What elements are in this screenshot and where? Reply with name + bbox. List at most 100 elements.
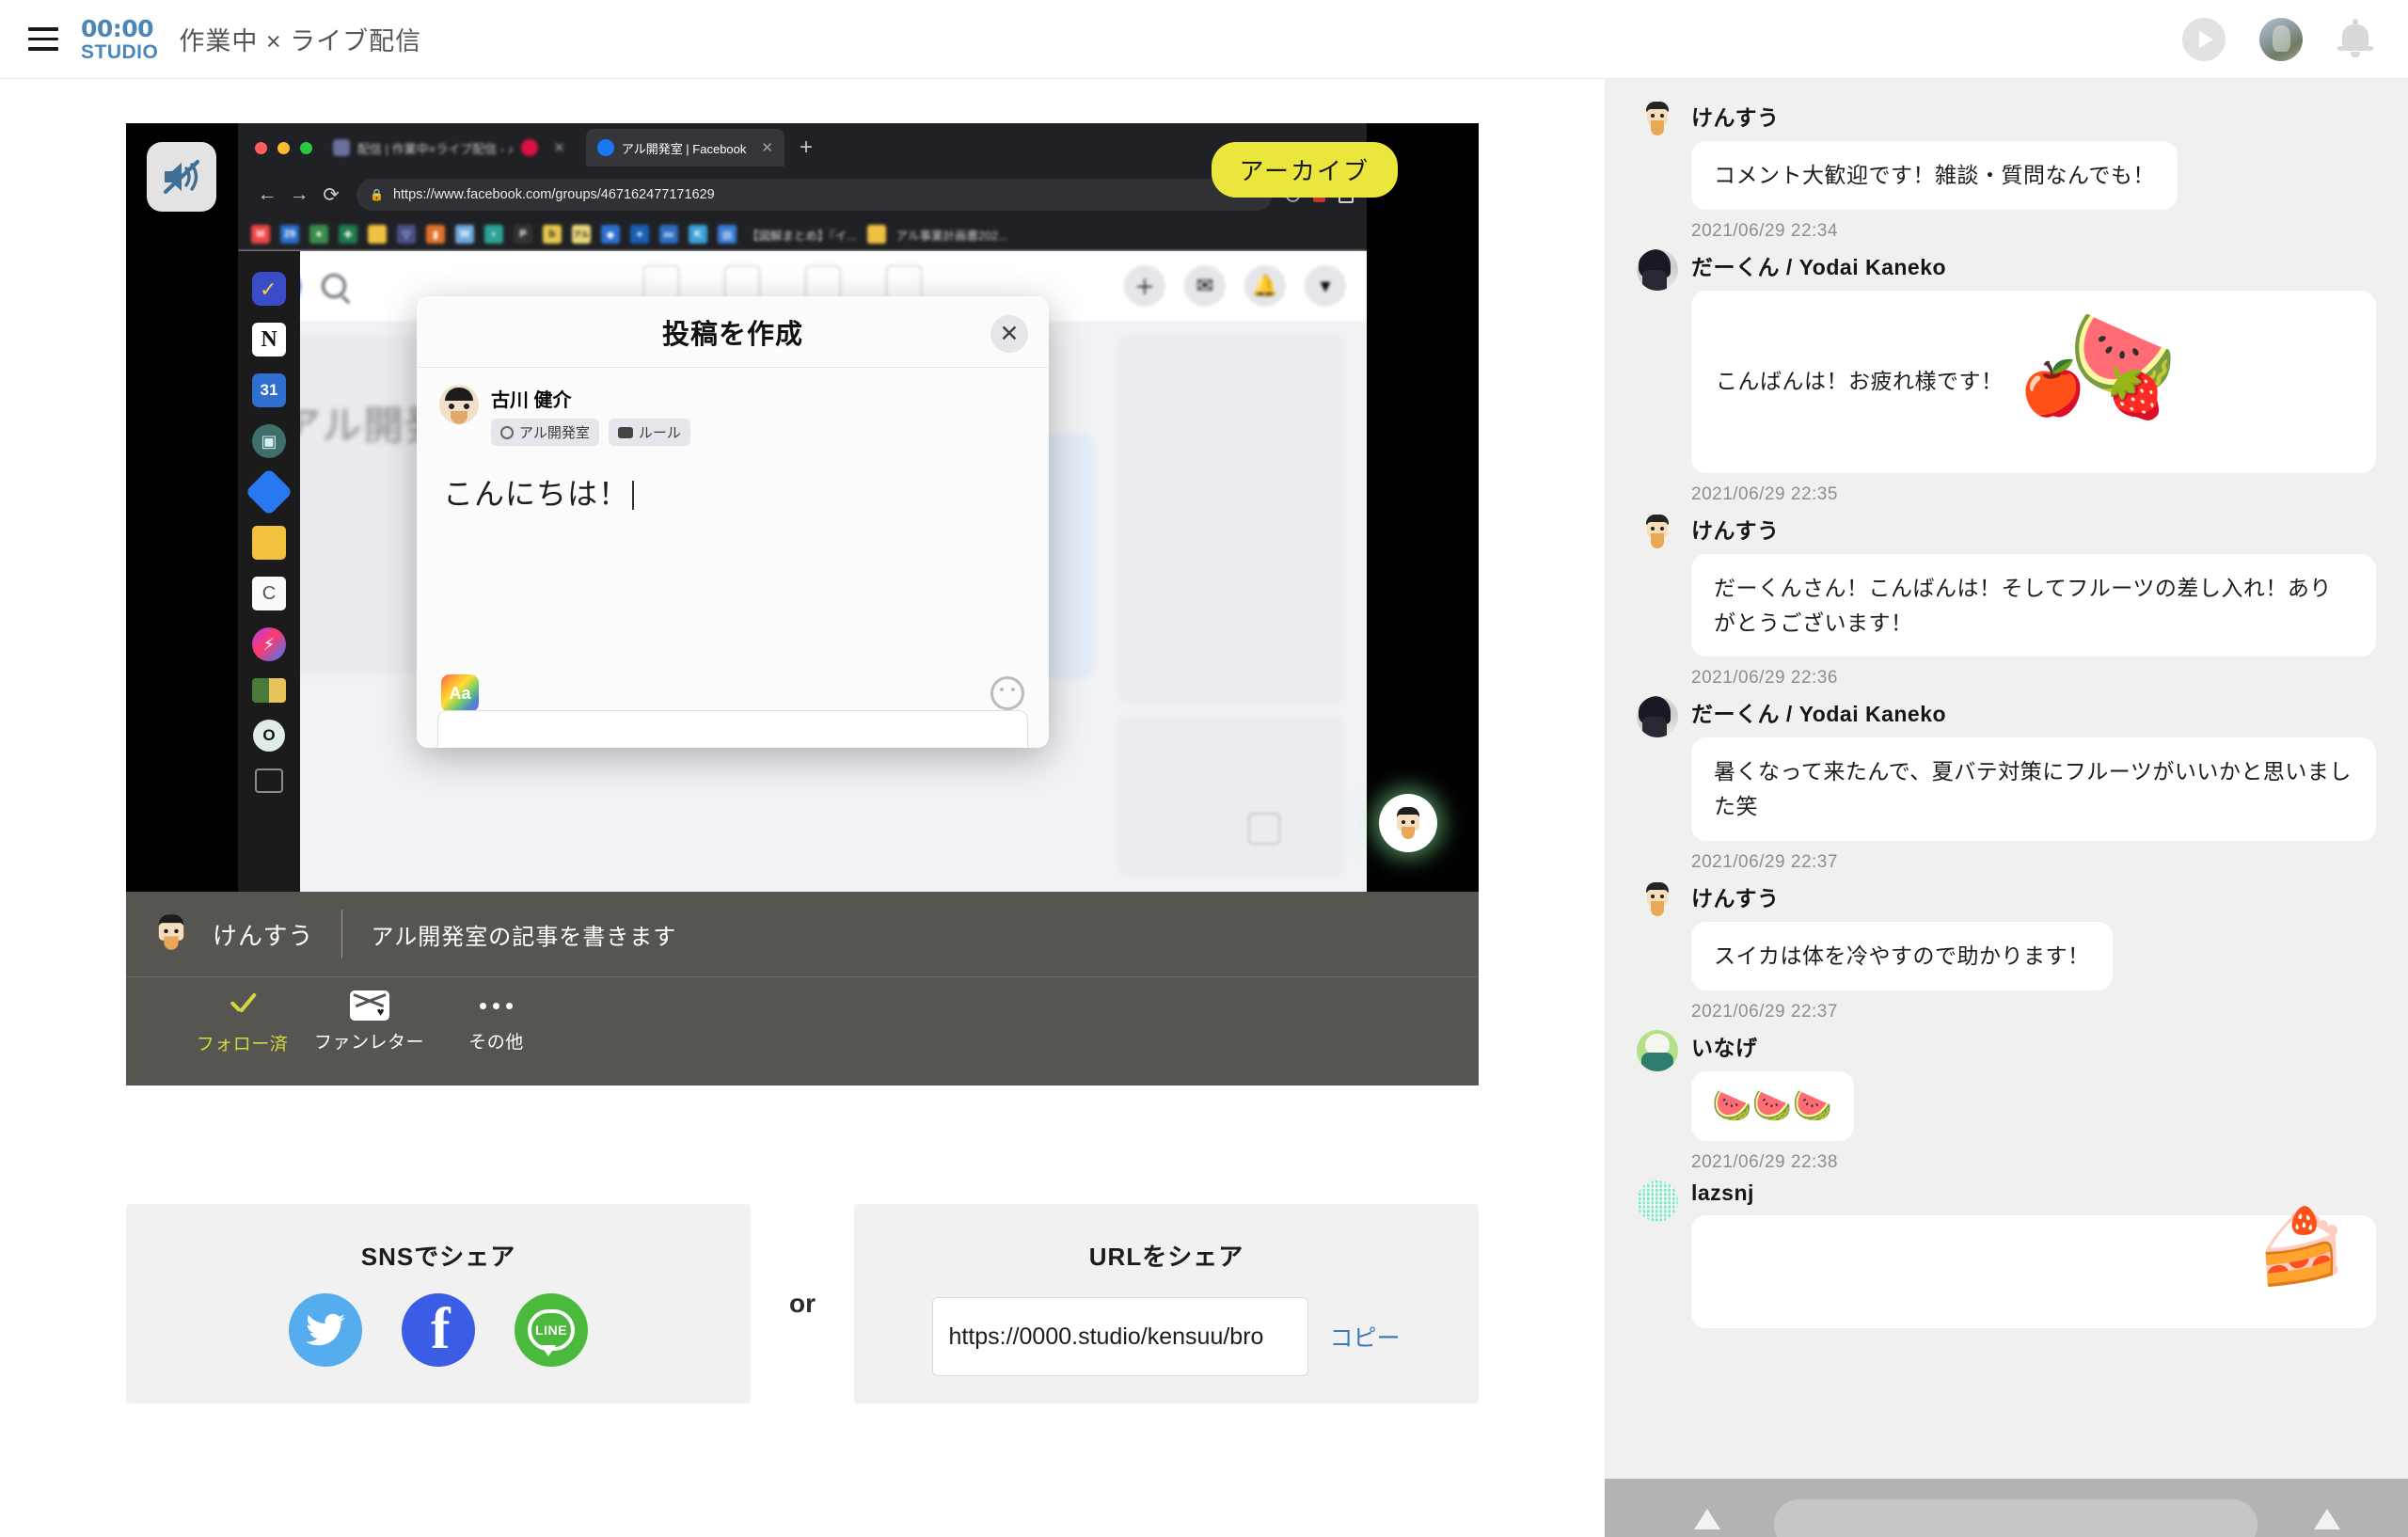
dock-icon-folder[interactable] <box>252 678 286 703</box>
chat-bubble: 🍰 <box>1691 1210 2376 1329</box>
dock-icon-opera[interactable]: O <box>253 720 285 752</box>
avatar[interactable] <box>1637 880 1678 922</box>
sticker-icon[interactable] <box>1694 1509 1722 1533</box>
post-compose-textarea[interactable]: こんにちは！ <box>417 446 1049 514</box>
logo-studio-text: STUDIO <box>81 40 159 63</box>
browser-tab-0-title: 配信 | 作業中×ライブ配信 - ♪ <box>357 141 515 156</box>
chat-timestamp: 2021/06/29 22:34 <box>1691 220 1838 241</box>
chat-bubble: 暑くなって来たんで、夏バテ対策にフルーツがいいかと思いました笑 <box>1691 737 2376 841</box>
add-icon[interactable]: ＋ <box>1124 265 1165 307</box>
share-twitter-button[interactable] <box>289 1293 362 1367</box>
facebook-right-icons[interactable]: ＋ ✉ 🔔 ▾ <box>1124 265 1346 307</box>
chat-timestamp: 2021/06/29 22:37 <box>1691 851 1838 872</box>
chat-message: けんすう だーくんさん！こんばんは！そしてフルーツの差し入れ！ありがとうございま… <box>1637 513 2376 689</box>
chat-message: けんすう コメント大歓迎です！雑談・質問なんでも！ 2021/06/29 22:… <box>1637 100 2376 242</box>
dock-icon-home[interactable] <box>255 768 283 793</box>
close-icon[interactable]: ✕ <box>990 315 1028 353</box>
search-icon[interactable] <box>322 274 346 298</box>
send-icon[interactable] <box>2314 1509 2342 1533</box>
post-compose-text: こんにちは！ <box>443 477 630 511</box>
chat-author: けんすう <box>1691 517 1780 543</box>
video-player[interactable]: 配信 | 作業中×ライブ配信 - ♪ ✕ アル開発室 | Facebook ✕ … <box>126 123 1479 892</box>
dock-icon-slides[interactable] <box>252 526 286 560</box>
share-url-input[interactable] <box>932 1297 1309 1376</box>
fan-letter-button[interactable]: ♥ ファンレター <box>306 990 433 1054</box>
reload-icon[interactable]: ⟳ <box>315 183 347 207</box>
cherry-cake-sticker: 🍰 <box>2256 1205 2348 1289</box>
streamer-name[interactable]: けんすう <box>213 917 313 952</box>
follow-button-label: フォロー済 <box>196 1035 289 1054</box>
post-group-chip[interactable]: アル開発室 <box>491 419 599 446</box>
app-logo[interactable]: 00:00 STUDIO <box>81 17 158 62</box>
share-line-button[interactable]: LINE <box>515 1293 588 1367</box>
close-icon[interactable]: ✕ <box>553 139 565 156</box>
user-avatar[interactable] <box>2259 17 2303 61</box>
chevron-down-icon[interactable]: ▾ <box>1305 265 1346 307</box>
chat-message: だーくん / Yodai Kaneko 暑くなって来たんで、夏バテ対策にフルーツ… <box>1637 696 2376 873</box>
logo-time-text: 00:00 <box>81 14 154 42</box>
avatar[interactable] <box>1637 513 1678 554</box>
share-url-card: URLをシェア コピー <box>854 1204 1479 1403</box>
dock-icon-messenger[interactable]: ⚡ <box>252 627 286 661</box>
new-tab-button[interactable]: + <box>800 135 813 161</box>
dock-icon-notion[interactable]: N <box>252 323 286 357</box>
close-icon[interactable]: ✕ <box>761 139 773 156</box>
browser-tab-0[interactable]: 配信 | 作業中×ライブ配信 - ♪ ✕ <box>322 129 577 166</box>
avatar[interactable] <box>1637 1180 1678 1223</box>
chat-input-bar <box>1605 1479 2408 1537</box>
post-audience-chip[interactable]: ルール <box>608 419 690 446</box>
copy-button[interactable]: コピー <box>1329 1320 1400 1354</box>
back-icon[interactable]: ← <box>251 183 283 206</box>
avatar[interactable] <box>1637 696 1678 738</box>
header-actions <box>2182 17 2374 61</box>
url-input[interactable]: 🔒 https://www.facebook.com/groups/467162… <box>356 179 1273 211</box>
chat-input[interactable] <box>1774 1499 2258 1537</box>
hamburger-icon[interactable] <box>19 15 68 64</box>
lock-icon: 🔒 <box>370 188 384 201</box>
share-sns-buttons: LINE <box>289 1293 588 1367</box>
dock-icon-notes[interactable]: C <box>252 577 286 610</box>
emoji-icon[interactable] <box>990 676 1024 710</box>
line-icon: LINE <box>528 1309 575 1356</box>
more-button-label: その他 <box>468 1033 524 1053</box>
share-sns-title: SNSでシェア <box>360 1243 516 1271</box>
share-url-row: コピー <box>932 1297 1401 1376</box>
browser-tab-1[interactable]: アル開発室 | Facebook ✕ <box>585 129 784 166</box>
dock-icon-zoom[interactable]: ▣ <box>252 424 286 458</box>
mute-button[interactable] <box>147 142 216 212</box>
window-controls[interactable] <box>255 141 312 154</box>
dock-icon-calendar[interactable]: 31 <box>252 373 286 407</box>
share-sns-card: SNSでシェア LINE <box>126 1204 751 1403</box>
bookmark-label-0[interactable]: 【図解まとめ】『イ... <box>747 226 857 244</box>
dock-icon-things[interactable]: ✓ <box>252 272 286 306</box>
chat-bubble: だーくんさん！こんばんは！そしてフルーツの差し入れ！ありがとうございます！ <box>1691 553 2376 658</box>
bookmark-label-1[interactable]: アル事業計画書202... <box>896 226 1008 244</box>
chat-timestamp: 2021/06/29 22:35 <box>1691 483 1838 504</box>
twitter-icon <box>306 1313 345 1346</box>
messenger-icon[interactable]: ✉ <box>1184 265 1226 307</box>
avatar[interactable] <box>1637 1029 1678 1071</box>
post-author-row: 古川 健介 アル開発室 ルール <box>417 368 1049 446</box>
mac-dock: ✓ N 31 ▣ C ⚡ O <box>238 251 300 892</box>
follow-button[interactable]: フォロー済 <box>179 990 306 1055</box>
modal-title: 投稿を作成 <box>661 319 803 350</box>
share-facebook-button[interactable] <box>402 1293 475 1367</box>
browser-tab-1-title: アル開発室 | Facebook <box>621 141 747 156</box>
chat-author: けんすう <box>1691 105 1780 130</box>
bell-icon[interactable]: 🔔 <box>1244 265 1286 307</box>
avatar[interactable] <box>1637 100 1678 141</box>
forward-icon[interactable]: → <box>283 183 315 206</box>
bell-icon[interactable] <box>2337 18 2374 60</box>
more-button[interactable]: その他 <box>433 990 560 1054</box>
dock-icon-jira[interactable] <box>245 467 293 516</box>
facebook-page: ＋ ✉ 🔔 ▾ アル開発 投稿を作成 ✕ <box>238 251 1367 892</box>
browser-bookmarks-bar: M 29 ● ✚ ▽ ▮ W ◗ P b アル ◆ ✦ ≔ K ▤ 【図解まとめ… <box>238 217 1367 251</box>
edit-icon[interactable] <box>1248 813 1280 845</box>
avatar[interactable] <box>1637 248 1678 291</box>
post-options-panel[interactable] <box>437 710 1028 748</box>
chat-panel[interactable]: けんすう コメント大歓迎です！雑談・質問なんでも！ 2021/06/29 22:… <box>1605 79 2408 1537</box>
play-icon[interactable] <box>2182 17 2226 61</box>
create-post-modal: 投稿を作成 ✕ 古川 健介 アル開発室 ルール こんにちは！ Aa <box>417 296 1049 748</box>
text-format-icon[interactable]: Aa <box>441 674 479 712</box>
post-chips: アル開発室 ルール <box>491 419 690 446</box>
